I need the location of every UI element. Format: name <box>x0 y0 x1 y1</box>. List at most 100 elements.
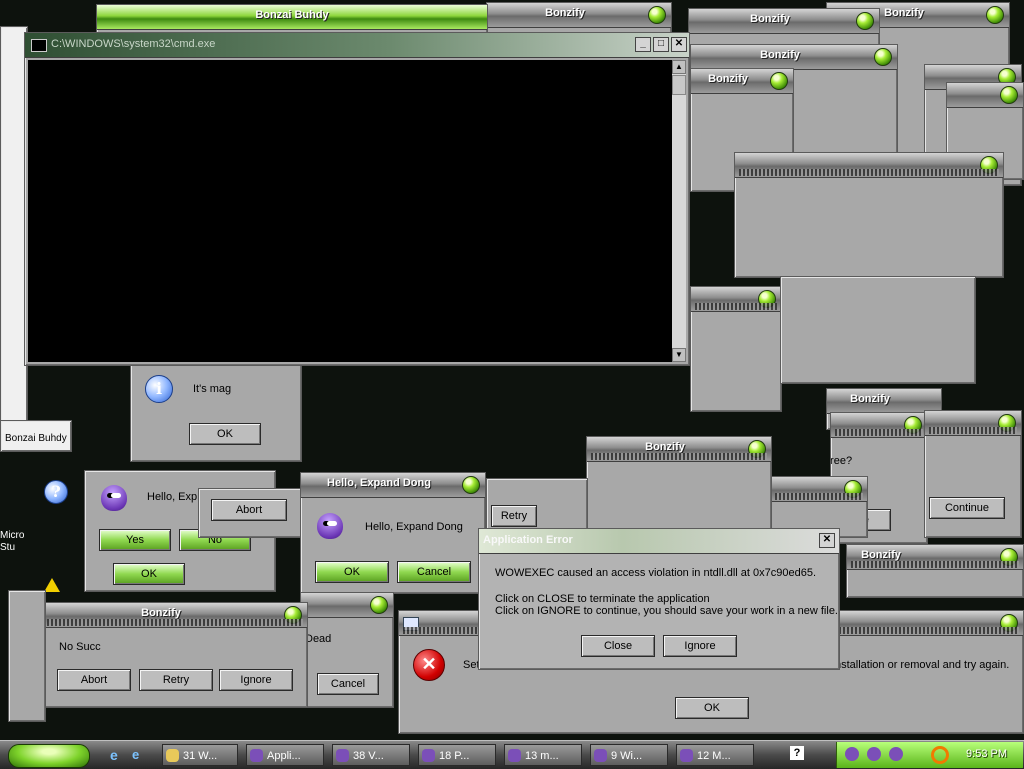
cancel-button[interactable]: Cancel <box>317 673 379 695</box>
info-icon: i <box>145 375 173 403</box>
tray-search-icon[interactable] <box>931 746 949 764</box>
error-icon: ✕ <box>413 649 445 681</box>
retry-button[interactable]: Retry <box>139 669 213 691</box>
tree-text: tree? <box>830 455 853 467</box>
task-button[interactable]: 12 M... <box>676 744 754 766</box>
window-title: Bonzai Buhdy <box>255 9 329 21</box>
info-icon: ? <box>44 480 68 504</box>
window-title: Bonzify <box>850 393 890 405</box>
maximize-button[interactable]: □ <box>653 37 669 52</box>
window-title: Bonzify <box>750 13 790 25</box>
orb-button-icon[interactable] <box>874 48 892 66</box>
internet-explorer-icon[interactable]: e <box>110 747 118 763</box>
quicklaunch-icon[interactable]: e <box>132 747 139 762</box>
ok-button[interactable]: OK <box>189 423 261 445</box>
no-succ-dialog[interactable]: Bonzify No Succ Abort Retry Ignore <box>42 602 308 708</box>
orb-button-icon[interactable] <box>370 596 388 614</box>
hello-dialog[interactable]: Hello, Expand Dong Hello, Expand Dong OK… <box>300 472 486 594</box>
abort-button[interactable]: Abort <box>211 499 287 521</box>
bonzi-icon <box>317 513 343 539</box>
orb-button-icon[interactable] <box>648 6 666 24</box>
clock[interactable]: 9:53 PM <box>966 748 1007 760</box>
taskbar: e e 31 W... Appli... 38 V... 18 P... 13 … <box>0 740 1024 769</box>
application-error-dialog[interactable]: Application Error ✕ WOWEXEC caused an ac… <box>478 528 840 670</box>
orb-button-icon[interactable] <box>462 476 480 494</box>
orb-button-icon[interactable] <box>856 12 874 30</box>
console-area[interactable] <box>28 60 672 362</box>
ignore-button[interactable]: Ignore <box>219 669 293 691</box>
task-label: 12 M... <box>697 750 731 762</box>
window-title: Bonzify <box>645 441 685 453</box>
abort-button[interactable]: Abort <box>57 669 131 691</box>
bonzify-window[interactable]: Bonzify <box>586 436 772 538</box>
orb-button-icon[interactable] <box>770 72 788 90</box>
tray-bonzi-icon[interactable] <box>845 747 859 761</box>
bonzify-window[interactable] <box>690 286 782 412</box>
dead-text: Dead <box>305 633 332 645</box>
task-label: 9 Wi... <box>611 750 643 762</box>
orb-button-icon[interactable] <box>1000 86 1018 104</box>
error-message: WOWEXEC caused an access violation in nt… <box>495 567 816 579</box>
continue-button[interactable]: Continue <box>929 497 1005 519</box>
window-title: Bonzify <box>545 7 585 19</box>
task-button[interactable]: Appli... <box>246 744 324 766</box>
info-dialog[interactable]: i It's mag OK <box>130 364 302 462</box>
scroll-down-icon[interactable]: ▼ <box>672 348 686 362</box>
install-text: nstallation or removal and try again. <box>835 659 1010 671</box>
ok-button[interactable]: OK <box>675 697 749 719</box>
yes-button[interactable]: Yes <box>99 529 171 551</box>
scroll-up-icon[interactable]: ▲ <box>672 60 686 74</box>
side-window-label: Bonzai Buhdy <box>5 433 67 444</box>
bonzify-window[interactable] <box>734 152 1004 278</box>
retry-button[interactable]: Retry <box>491 505 537 527</box>
task-label: 38 V... <box>353 750 384 762</box>
ok-button[interactable]: OK <box>113 563 185 585</box>
help-icon[interactable]: ? <box>790 746 804 760</box>
tray-bonzi-icon[interactable] <box>867 747 881 761</box>
task-label: 18 P... <box>439 750 470 762</box>
task-button[interactable]: 38 V... <box>332 744 410 766</box>
scroll-thumb[interactable] <box>672 75 686 95</box>
window-title: Bonzify <box>141 607 181 619</box>
close-button[interactable]: ✕ <box>819 533 835 548</box>
scrollbar[interactable]: ▲ ▼ <box>672 60 686 362</box>
bonzify-window[interactable] <box>8 590 46 722</box>
minimize-button[interactable]: _ <box>635 37 651 52</box>
task-label: Appli... <box>267 750 301 762</box>
task-button[interactable]: 9 Wi... <box>590 744 668 766</box>
tray-bonzi-icon[interactable] <box>889 747 903 761</box>
abort-dialog[interactable]: Abort <box>198 488 304 538</box>
cmd-window[interactable]: C:\WINDOWS\system32\cmd.exe _ □ ✕ ▲ ▼ <box>24 32 690 366</box>
window-title: Bonzify <box>861 549 901 561</box>
warning-icon <box>44 578 60 592</box>
window-title: Bonzify <box>708 73 748 85</box>
explorer-window-side[interactable]: Bonzai Buhdy <box>0 420 72 452</box>
system-tray: 9:53 PM <box>836 742 1023 768</box>
window-title: Hello, Expand Dong <box>327 477 431 489</box>
cancel-button[interactable]: Cancel <box>397 561 471 583</box>
bonzify-window[interactable]: Continue <box>924 410 1022 538</box>
ignore-button[interactable]: Ignore <box>663 635 737 657</box>
info-text: It's mag <box>193 383 232 395</box>
bonzify-window[interactable]: Bonzify <box>486 2 672 34</box>
retry-dialog[interactable]: Retry <box>486 478 588 530</box>
ok-button[interactable]: OK <box>315 561 389 583</box>
bonzify-window[interactable]: Bonzify <box>846 544 1024 598</box>
hello-text: Hello, Exp <box>147 491 198 503</box>
cmd-icon <box>31 39 47 52</box>
task-label: 13 m... <box>525 750 559 762</box>
task-label: 31 W... <box>183 750 218 762</box>
orb-button-icon[interactable] <box>986 6 1004 24</box>
hello-text: Hello, Expand Dong <box>365 521 463 533</box>
no-succ-text: No Succ <box>59 641 101 653</box>
error-instruction: Click on CLOSE to terminate the applicat… <box>495 593 710 605</box>
close-button[interactable]: ✕ <box>671 37 687 52</box>
bonzify-window[interactable] <box>780 276 976 384</box>
task-button[interactable]: 13 m... <box>504 744 582 766</box>
close-button[interactable]: Close <box>581 635 655 657</box>
start-button[interactable] <box>8 744 90 768</box>
task-button[interactable]: 18 P... <box>418 744 496 766</box>
task-button[interactable]: 31 W... <box>162 744 238 766</box>
dead-dialog[interactable]: Dead Cancel <box>300 592 394 708</box>
dialog-title: Application Error <box>483 534 573 546</box>
